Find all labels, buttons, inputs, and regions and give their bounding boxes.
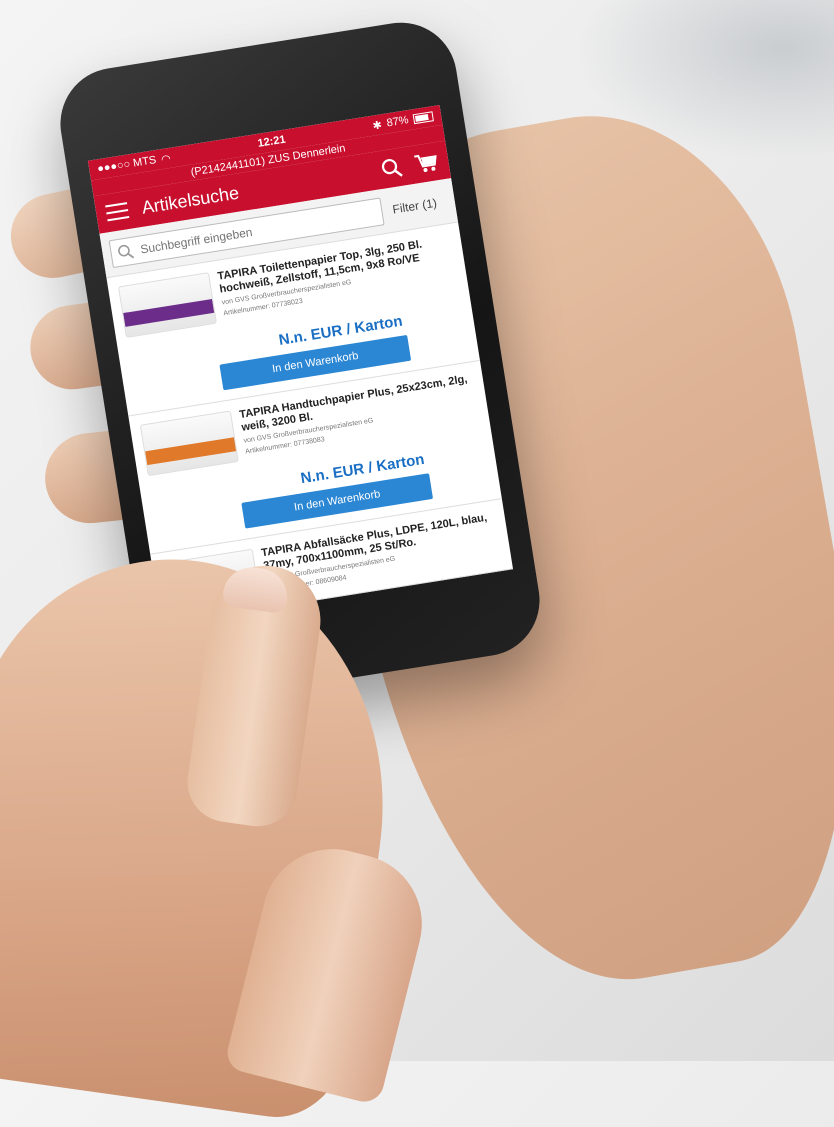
- clock: 12:21: [256, 133, 287, 150]
- battery-icon: [412, 111, 434, 125]
- phone-screen: ●●●○○ MTS ◠ 12:21 ✱ 87% (P2142441101) ZU…: [87, 105, 514, 625]
- bluetooth-icon: ✱: [371, 118, 383, 133]
- search-icon[interactable]: [379, 156, 404, 181]
- wifi-icon: ◠: [160, 152, 172, 166]
- filter-button[interactable]: Filter (1): [382, 194, 448, 218]
- battery-percent: 87%: [385, 114, 410, 130]
- product-image: [117, 272, 217, 338]
- hamburger-menu-icon[interactable]: [105, 202, 130, 222]
- search-icon: [118, 244, 135, 259]
- cart-icon[interactable]: [413, 150, 440, 175]
- product-image: [139, 410, 239, 477]
